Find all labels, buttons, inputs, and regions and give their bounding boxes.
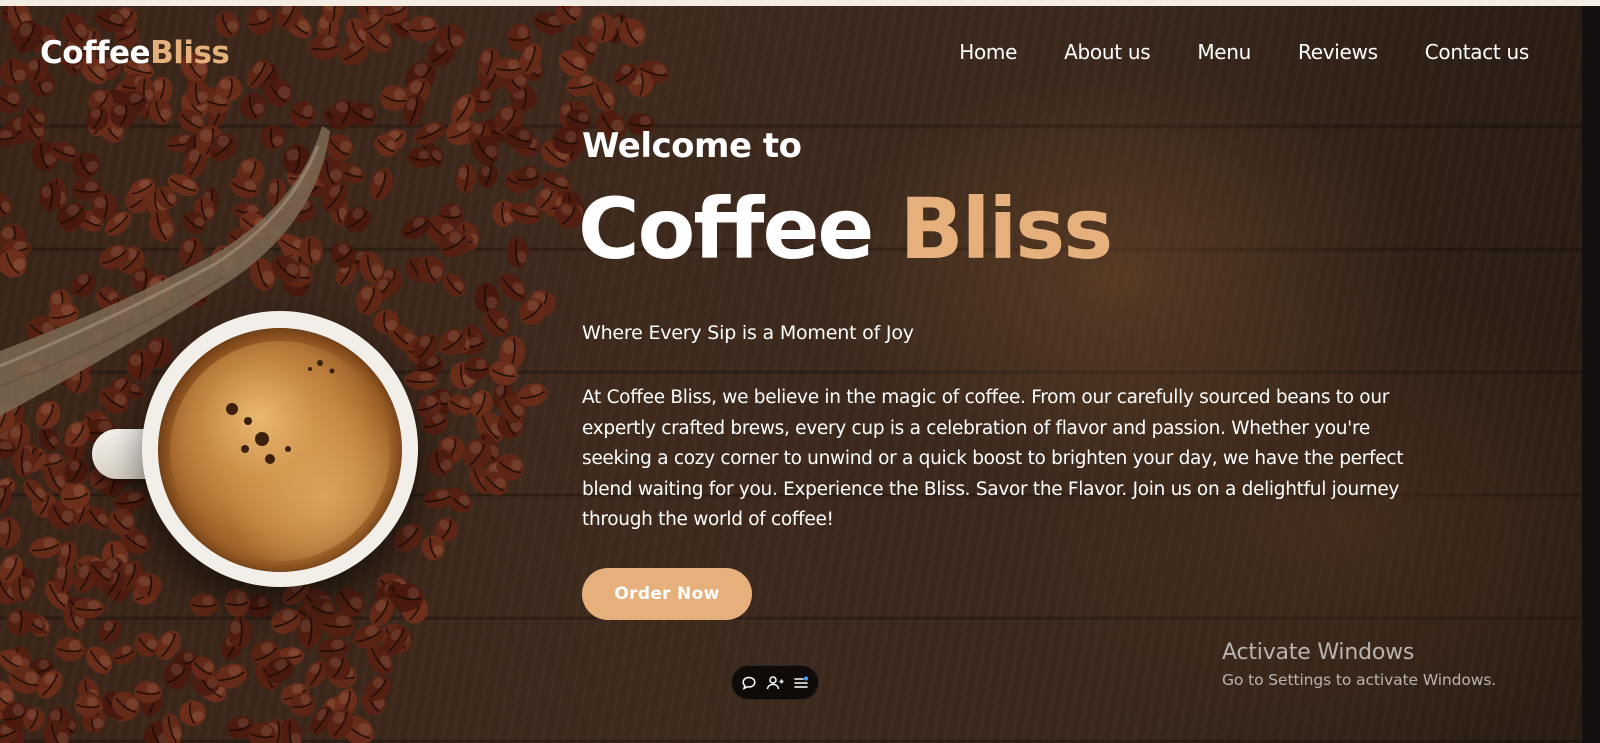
chat-icon[interactable] — [740, 674, 758, 692]
floating-toolbar — [731, 665, 819, 700]
hero-background — [0, 6, 1582, 743]
activate-title: Activate Windows — [1222, 640, 1415, 665]
nav-home[interactable]: Home — [959, 40, 1017, 64]
windows-activation-watermark: Activate Windows Go to Settings to activ… — [1222, 640, 1496, 689]
site-logo[interactable]: CoffeeBliss — [40, 35, 230, 71]
hero-title: Coffee Bliss — [578, 180, 1114, 278]
hero-tagline: Where Every Sip is a Moment of Joy — [582, 322, 914, 344]
crema-bubbles-image — [226, 360, 335, 464]
nav-contact-us[interactable]: Contact us — [1425, 40, 1530, 64]
scrollbar-track[interactable] — [1582, 6, 1600, 743]
activate-subtitle: Go to Settings to activate Windows. — [1222, 671, 1497, 689]
nav-reviews[interactable]: Reviews — [1298, 40, 1378, 64]
add-person-icon[interactable] — [766, 674, 784, 692]
order-now-button[interactable]: Order Now — [582, 568, 752, 620]
site-header: CoffeeBliss Home About us Menu Reviews C… — [0, 6, 1582, 98]
main-nav: Home About us Menu Reviews Contact us — [959, 40, 1529, 64]
hero-description: At Coffee Bliss, we believe in the magic… — [582, 387, 1404, 530]
welcome-heading: Welcome to — [582, 126, 802, 166]
nav-about-us[interactable]: About us — [1064, 40, 1150, 64]
logo-text-part1: Coffee — [40, 35, 151, 71]
logo-text-part2: Bliss — [150, 35, 230, 71]
nav-menu[interactable]: Menu — [1197, 40, 1251, 64]
hero-title-part2: Bliss — [899, 180, 1114, 278]
hero-title-part1: Coffee — [578, 180, 874, 278]
list-icon[interactable] — [792, 674, 810, 692]
